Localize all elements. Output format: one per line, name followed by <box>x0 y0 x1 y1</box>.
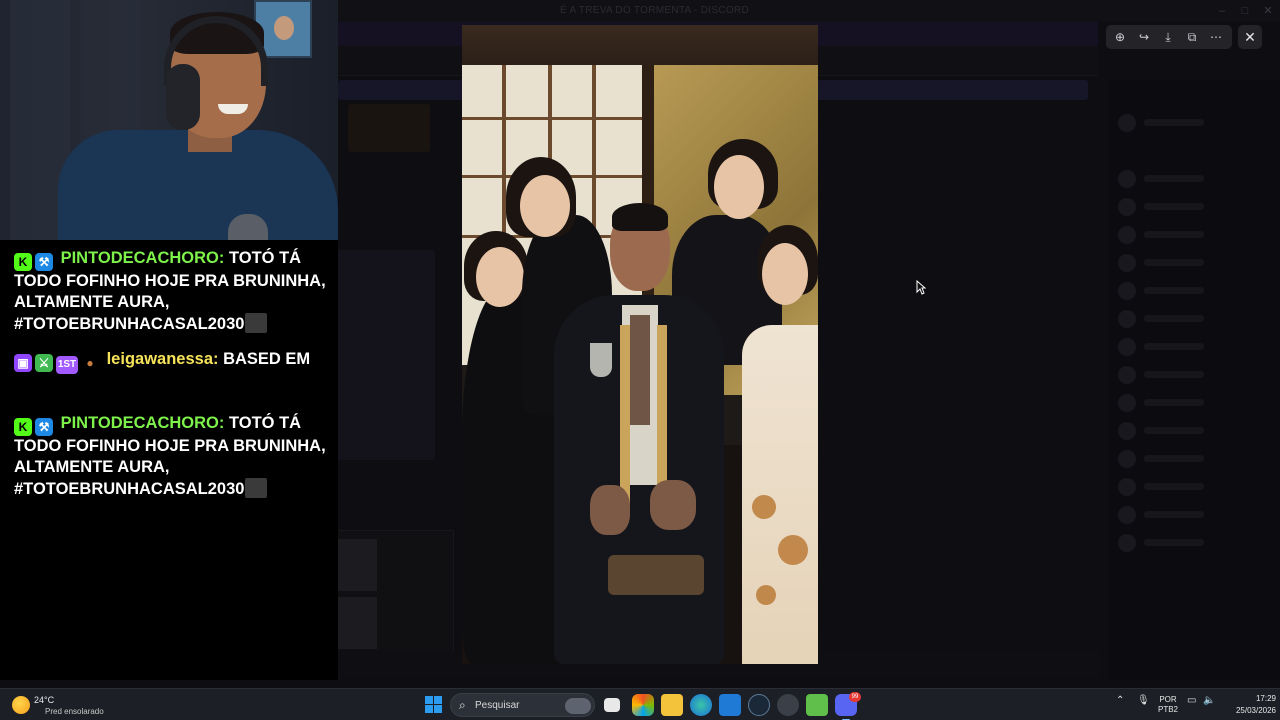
background-window-title: É A TREVA DO TORMENTA - DISCORD <box>560 5 749 16</box>
maximize-icon[interactable]: □ <box>1237 3 1253 19</box>
chat-message: K ⚒ PINTODECACHORO: TOTÓ TÁ TODO FOFINHO … <box>14 413 326 500</box>
more-icon[interactable]: ⋯ <box>1207 28 1225 46</box>
edge-icon[interactable] <box>690 694 712 716</box>
clock-time: 17:29 <box>1255 694 1276 703</box>
weather-widget[interactable]: 24°C Pred ensolarado <box>12 692 132 718</box>
window-close-icon[interactable]: ✕ <box>1260 3 1276 19</box>
discord-notification-badge: 99 <box>849 692 861 702</box>
viewer-toolbar: ⊕ ↪ ⤓ ⧉ ⋯ <box>1106 25 1232 49</box>
chat-username: PINTODECACHORO: <box>60 249 225 267</box>
food-icon: ● <box>86 356 94 370</box>
kick-icon: K <box>14 253 32 271</box>
hammer-icon: ⚒ <box>35 418 53 436</box>
background-member-list <box>1108 80 1280 680</box>
chat-message: K ⚒ PINTODECACHORO: TOTÓ TÁ TODO FOFINHO … <box>14 248 326 335</box>
microphone <box>228 214 268 240</box>
search-highlight-icon <box>565 698 591 714</box>
twitch-icon: ▣ <box>14 354 32 372</box>
chat-username: PINTODECACHORO: <box>60 414 225 432</box>
steam-icon[interactable] <box>748 694 770 716</box>
weather-temp: 24°C <box>34 695 55 705</box>
language-line-1: POR <box>1159 695 1177 704</box>
chat-emote <box>245 478 268 498</box>
close-icon[interactable]: ✕ <box>1238 25 1262 49</box>
chat-text: BASED EM <box>223 350 311 368</box>
mouse-cursor-icon <box>916 280 926 295</box>
microphone-tray-icon[interactable]: 🎙 <box>1137 695 1150 706</box>
taskbar: 24°C Pred ensolarado ⌕ Pesquisar 99 ⌃ 🎙 … <box>0 688 1280 720</box>
chat-emote <box>245 313 268 333</box>
wine-glass <box>590 343 612 377</box>
language-line-2: PTB2 <box>1157 705 1178 714</box>
chat-username: leigawanessa: <box>106 350 219 368</box>
screen: É A TREVA DO TORMENTA - DISCORD – □ ✕ K … <box>0 0 1280 720</box>
first-badge: 1ST <box>56 356 78 374</box>
share-icon[interactable]: ↪ <box>1135 28 1153 46</box>
open-external-icon[interactable]: ⧉ <box>1183 28 1201 46</box>
hammer-icon: ⚒ <box>35 253 53 271</box>
obs-icon[interactable] <box>777 694 799 716</box>
language-indicator[interactable]: POR PTB2 <box>1156 695 1180 715</box>
sword-icon: ⚔ <box>35 354 53 372</box>
kick-icon: K <box>14 418 32 436</box>
volume-icon[interactable]: 🔈 <box>1203 695 1215 706</box>
tray-overflow-icon[interactable]: ⌃ <box>1116 695 1124 706</box>
kimono <box>742 325 818 664</box>
taskbar-search[interactable]: ⌕ Pesquisar <box>450 693 595 717</box>
webcam-feed <box>0 0 338 240</box>
network-icon[interactable]: ▭ <box>1187 695 1196 706</box>
stream-chat: K ⚒ PINTODECACHORO: TOTÓ TÁ TODO FOFINHO … <box>0 240 338 680</box>
viewer-image[interactable] <box>462 25 818 664</box>
search-icon: ⌕ <box>459 698 466 712</box>
file-explorer-icon[interactable] <box>661 694 683 716</box>
start-button[interactable] <box>425 696 442 713</box>
minimize-icon[interactable]: – <box>1214 3 1230 19</box>
search-placeholder: Pesquisar <box>475 700 520 711</box>
weather-condition: Pred ensolarado <box>45 707 104 716</box>
chat-message: ▣ ⚔ 1ST ● leigawanessa: BASED EM <box>14 349 326 374</box>
clock-date: 25/03/2026 <box>1235 706 1276 715</box>
background-embed <box>335 250 435 460</box>
copilot-icon[interactable] <box>632 694 654 716</box>
zoom-in-icon[interactable]: ⊕ <box>1111 28 1129 46</box>
photos-icon[interactable] <box>719 694 741 716</box>
streamer <box>48 0 338 240</box>
system-clock[interactable]: 17:29 25/03/2026 <box>1224 693 1276 717</box>
task-view-icon[interactable] <box>604 698 620 712</box>
weather-sun-icon <box>12 696 30 714</box>
background-thumbnail <box>348 104 430 152</box>
game-app-icon[interactable] <box>806 694 828 716</box>
download-icon[interactable]: ⤓ <box>1159 28 1177 46</box>
